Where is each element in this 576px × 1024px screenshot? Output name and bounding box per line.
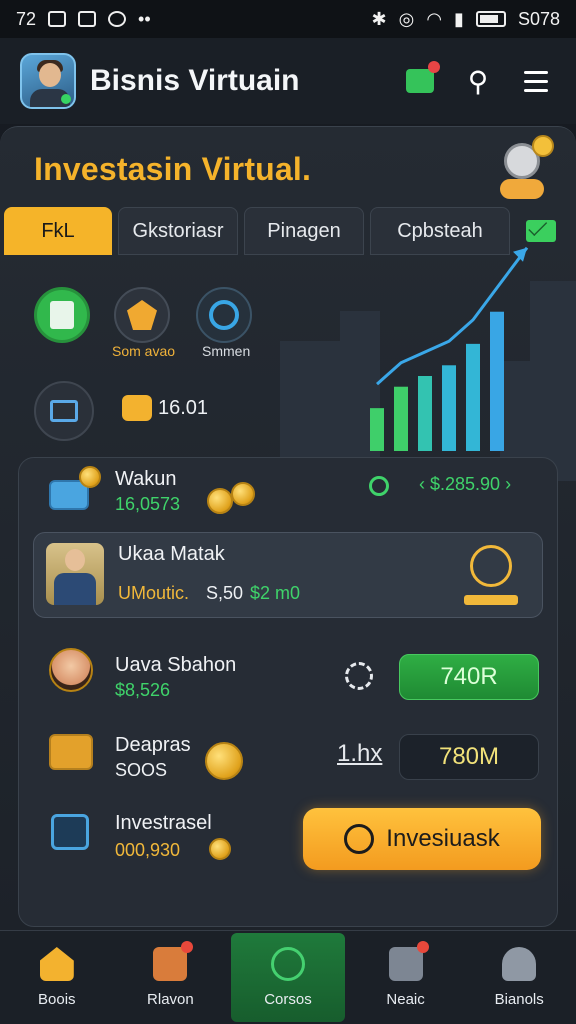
wakun-nav-value: ‹ $.285.90 › (419, 474, 512, 494)
battery-icon (475, 11, 506, 27)
user-icon (502, 947, 537, 981)
wifi-icon: ◠ (426, 8, 443, 29)
shield-label: Som avao (112, 343, 176, 359)
row3-value: 000,930 (115, 840, 181, 860)
nav-boois[interactable]: Boois (0, 931, 114, 1024)
ukaa-value1: S,50 (206, 583, 244, 603)
wakun-title: Wakun (115, 468, 177, 490)
coins-icon (207, 488, 233, 514)
search-button[interactable]: ⚲ (458, 61, 498, 101)
wakun-value: 16,0573 (115, 494, 181, 514)
wakun-navigator[interactable]: ‹ $.285.90 › (419, 474, 511, 495)
document-icon (50, 301, 74, 329)
nav-label: Rlavon (147, 991, 194, 1008)
growth-chart (280, 246, 576, 481)
badge-value: 16.01 (158, 397, 209, 419)
status-right-text: S078 (517, 8, 560, 29)
row2-title: Deapras (115, 734, 191, 756)
target-label: Smmen (202, 343, 251, 359)
document-button[interactable] (34, 287, 90, 343)
invest-button[interactable]: Invesiuask (303, 808, 541, 870)
trend-arrow (513, 247, 527, 262)
clock-icon (464, 543, 518, 605)
notification-dot (181, 941, 194, 953)
shield-icon (127, 300, 157, 330)
gift-button[interactable] (400, 61, 440, 101)
location-icon: ◎ (398, 8, 415, 29)
bluetooth-icon: ✱ (371, 8, 387, 29)
chart-bar (442, 365, 456, 451)
message-icon (78, 11, 97, 27)
status-bar: 72 •• ✱ ◎ ◠ ▮ S078 (0, 0, 576, 38)
nav-neaic[interactable]: Neaic (349, 931, 463, 1024)
search-icon: ⚲ (467, 65, 489, 97)
investment-card: Wakun 16,0573 ‹ $.285.90 › Ukaa Matak UM… (18, 457, 558, 927)
row2-pill[interactable]: 780M (399, 734, 539, 780)
message-button[interactable] (34, 381, 94, 441)
app-title: Bisnis Virtuain (90, 64, 300, 97)
shield-button[interactable] (114, 287, 170, 343)
chart-bar (394, 386, 408, 451)
avatar[interactable] (20, 53, 76, 109)
more-dots-icon: •• (138, 8, 151, 29)
home-icon (39, 947, 74, 981)
calendar-icon (388, 941, 429, 981)
ukaa-card[interactable]: Ukaa Matak UMoutic. S,50 $2 m0 (33, 532, 543, 618)
row1-title: Uava Sbahon (115, 654, 237, 676)
row2-multiplier: 1.hx (337, 740, 383, 767)
nav-label: Corsos (264, 991, 312, 1008)
hero-title: Investasin Virtual. (34, 151, 312, 187)
status-time: 72 (16, 8, 37, 29)
woman-avatar-icon (49, 648, 93, 692)
nav-label: Bianols (494, 991, 544, 1008)
chat-icon (270, 947, 305, 981)
image-icon (48, 11, 67, 27)
chat-icon (108, 11, 127, 27)
chart-bar (418, 376, 432, 451)
chart-bar (370, 408, 384, 451)
signal-icon: ▮ (454, 8, 464, 29)
row3-title: Investrasel (115, 812, 212, 834)
online-dot (61, 94, 71, 104)
menu-button[interactable] (516, 61, 556, 101)
building-1 (340, 311, 380, 481)
cancel-icon (344, 824, 375, 854)
ticket-icon (122, 395, 152, 421)
row1-value: $8,526 (115, 680, 171, 700)
ukaa-title: Ukaa Matak (118, 543, 225, 565)
row1-pill[interactable]: 740R (399, 654, 539, 700)
target-button[interactable] (196, 287, 252, 343)
tab-fkl[interactable]: FkL (4, 207, 112, 255)
checkbox-icon (51, 814, 89, 850)
tab-gkstoriasr[interactable]: Gkstoriasr (118, 207, 238, 255)
message-icon (50, 400, 78, 422)
coin-icon (79, 466, 101, 488)
chart-bar (466, 343, 480, 451)
nav-label: Neaic (386, 991, 425, 1008)
row2-value: SOOS (115, 760, 168, 780)
person-icon (46, 543, 104, 605)
notification-dot (416, 941, 429, 953)
wallet-icon (153, 941, 194, 981)
refresh-icon[interactable] (369, 476, 389, 496)
ukaa-subtitle: UMoutic. (118, 583, 190, 603)
app-bar: Bisnis Virtuain ⚲ (0, 38, 576, 124)
ukaa-value2: $2 m0 (250, 583, 301, 603)
menu-icon (524, 70, 548, 92)
dollar-coin-icon (205, 742, 243, 780)
gift-icon (406, 61, 440, 93)
invest-button-label: Invesiuask (386, 825, 500, 852)
nav-corsos[interactable]: Corsos (231, 933, 345, 1022)
nav-rlavon[interactable]: Rlavon (114, 931, 228, 1024)
chart-bar (490, 311, 504, 451)
small-coin-icon (209, 838, 231, 860)
nav-label: Boois (38, 991, 76, 1008)
target-icon (209, 300, 239, 330)
boxes-icon (49, 734, 93, 770)
nav-bianols[interactable]: Bianols (462, 931, 576, 1024)
bottom-nav: Boois Rlavon Corsos Neaic Bianols (0, 930, 576, 1024)
main-panel: Investasin Virtual. FkL Gkstoriasr Pinag… (0, 126, 576, 930)
settings-icon[interactable] (345, 662, 373, 690)
building-2 (530, 281, 576, 481)
